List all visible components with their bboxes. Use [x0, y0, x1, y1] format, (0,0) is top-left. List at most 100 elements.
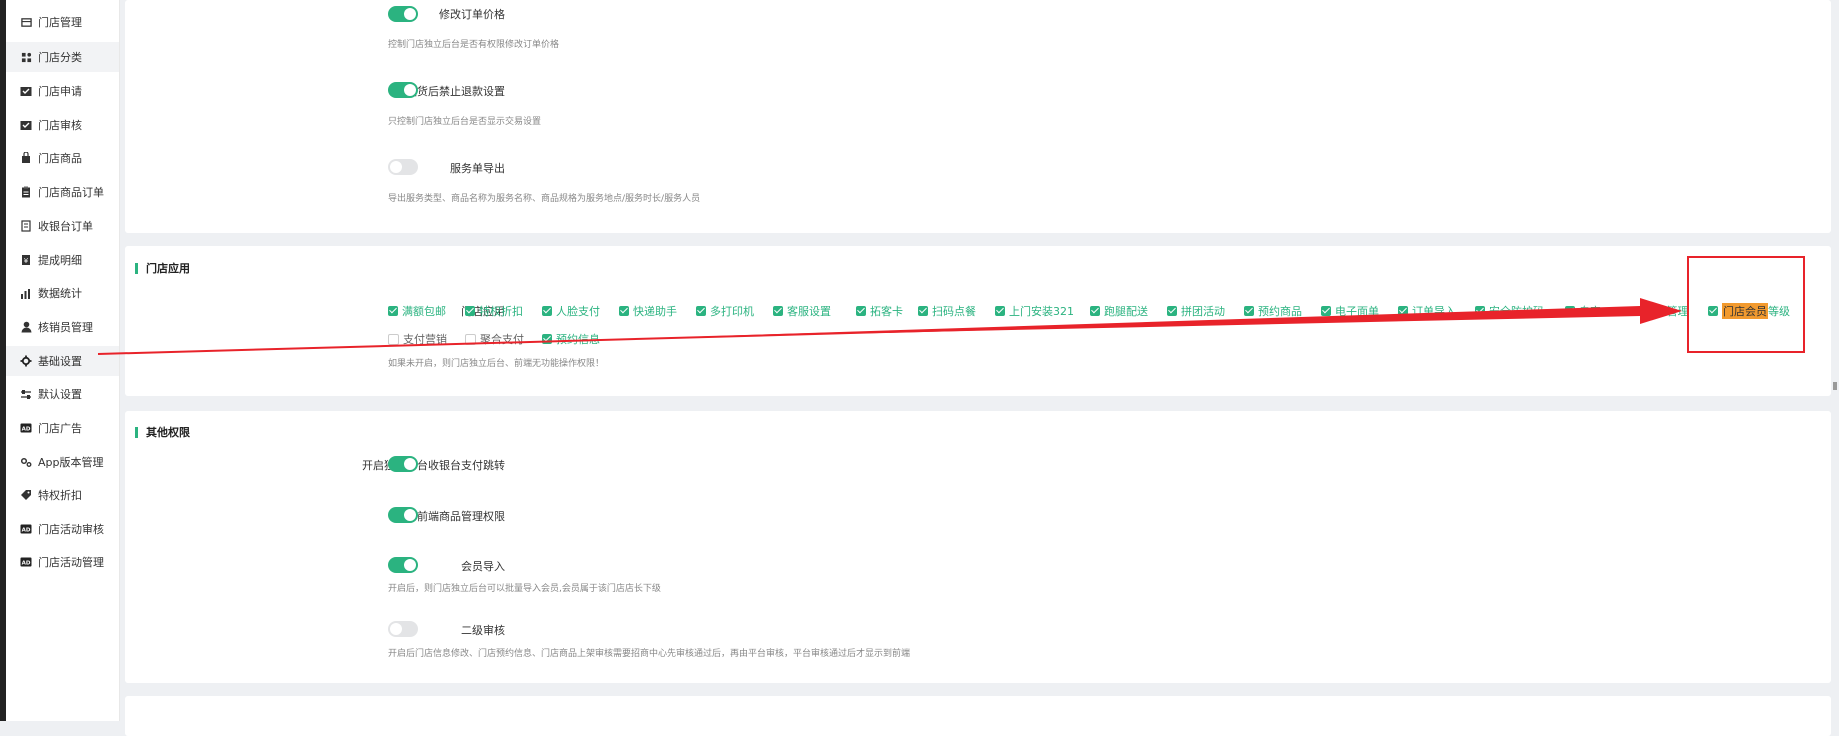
app-option-e-waybill[interactable]: 电子面单 — [1321, 303, 1379, 319]
order-price-switch[interactable] — [388, 6, 418, 22]
app-option-aggregate-pay[interactable]: 聚合支付 — [465, 331, 524, 347]
option-label: 聚合支付 — [480, 333, 524, 346]
sidebar-item-label: 门店商品 — [38, 152, 82, 165]
bar-chart-icon — [19, 286, 33, 300]
other-perms-card: 其他权限 开启独立平台收银台支付跳转 前端商品管理权限 会员导入 开启后，则门店… — [125, 411, 1831, 683]
sidebar-item-label: 基础设置 — [38, 355, 82, 368]
order-price-hint: 控制门店独立后台是否有权限修改订单价格 — [388, 40, 560, 50]
sidebar-item-label: App版本管理 — [38, 456, 104, 469]
service-export-label: 服务单导出 — [450, 162, 505, 175]
app-option-express-assistant[interactable]: 快递助手 — [619, 303, 677, 319]
app-option-booking-goods[interactable]: 预约商品 — [1244, 303, 1302, 319]
sidebar-item-label: 提成明细 — [38, 254, 82, 267]
option-label: 上门安装321 — [1009, 305, 1074, 318]
member-import-hint: 开启后，则门店独立后台可以批量导入会员,会员属于该门店店长下级 — [388, 584, 661, 594]
svg-text:AD: AD — [22, 527, 31, 533]
option-label: 跑腿配送 — [1104, 305, 1148, 318]
sidebar-item-default-settings[interactable]: 默认设置 — [6, 379, 119, 409]
sidebar-item-label: 门店活动管理 — [38, 556, 104, 569]
app-option-errand-delivery[interactable]: 跑腿配送 — [1090, 303, 1148, 319]
other-perms-section-title: 其他权限 — [135, 427, 190, 438]
gear-icon — [19, 354, 33, 368]
option-label: 拼团活动 — [1181, 305, 1225, 318]
svg-text:¥: ¥ — [24, 257, 29, 265]
sidebar-item-store-goods-orders[interactable]: 门店商品订单 — [6, 177, 119, 207]
store-apps-card: 门店应用 门店应用 满额包邮 特权折扣 人脸支付 快递助手 多打印机 客服设置 … — [125, 246, 1831, 396]
option-label: 预约信息 — [556, 333, 600, 346]
service-export-hint: 导出服务类型、商品名称为服务名称、商品规格为服务地点/服务时长/服务人员 — [388, 194, 701, 204]
sidebar-item-store-ads[interactable]: AD 门店广告 — [6, 413, 119, 443]
order-price-label: 修改订单价格 — [439, 8, 505, 21]
sidebar-item-store-review[interactable]: 门店审核 — [6, 110, 119, 140]
sidebar-item-label: 门店活动审核 — [38, 523, 104, 536]
sidebar-item-label: 门店管理 — [38, 16, 82, 29]
bag-icon — [19, 151, 33, 165]
sidebar-item-store-apply[interactable]: 门店申请 — [6, 76, 119, 106]
sidebar-item-activity-manage[interactable]: AD 门店活动管理 — [6, 547, 119, 577]
sidebar-item-store-goods[interactable]: 门店商品 — [6, 143, 119, 173]
sidebar-item-app-version[interactable]: App版本管理 — [6, 447, 119, 477]
store-icon — [19, 15, 33, 29]
sidebar-item-store-category[interactable]: 门店分类 — [6, 42, 119, 72]
no-refund-hint: 只控制门店独立后台是否显示交易设置 — [388, 117, 542, 127]
settings-card-top: 修改订单价格 控制门店独立后台是否有权限修改订单价格 发货后禁止退款设置 只控制… — [125, 0, 1831, 233]
clipboard-icon — [19, 185, 33, 199]
annotation-box — [1687, 256, 1805, 353]
second-review-label: 二级审核 — [461, 624, 505, 637]
sidebar: 门店管理 门店分类 门店申请 门店审核 门店商品 门店商品订单 收银台订单 ¥ … — [6, 0, 120, 721]
sidebar-item-label: 收银台订单 — [38, 220, 93, 233]
sidebar-item-base-settings[interactable]: 基础设置 — [6, 346, 119, 376]
service-export-switch[interactable] — [388, 159, 418, 175]
sidebar-item-commission-detail[interactable]: ¥ 提成明细 — [6, 245, 119, 275]
option-label: 满额包邮 — [402, 305, 446, 318]
app-option-security-code[interactable]: 安全防护码 — [1475, 303, 1544, 319]
ad-icon: AD — [19, 555, 33, 569]
sidebar-item-activity-review[interactable]: AD 门店活动审核 — [6, 514, 119, 544]
option-label: 电子面单 — [1335, 305, 1379, 318]
tag-icon — [19, 488, 33, 502]
user-icon — [19, 320, 33, 334]
app-option-multi-printer[interactable]: 多打印机 — [696, 303, 754, 319]
app-option-home-install[interactable]: 上门安装321 — [995, 303, 1074, 319]
app-option-referral-card[interactable]: 拓客卡 — [856, 303, 903, 319]
app-option-order-import[interactable]: 订单导入 — [1398, 303, 1456, 319]
svg-text:AD: AD — [22, 560, 31, 566]
option-label: 安全防护码 — [1489, 305, 1544, 318]
category-icon — [19, 50, 33, 64]
app-option-custom[interactable]: 自定... — [1565, 303, 1612, 319]
option-label: 多打印机 — [710, 305, 754, 318]
sidebar-item-label: 门店申请 — [38, 85, 82, 98]
member-import-switch[interactable] — [388, 557, 418, 573]
option-label: 自定... — [1579, 305, 1612, 318]
app-option-face-pay[interactable]: 人脸支付 — [542, 303, 600, 319]
ledger-icon: ¥ — [19, 253, 33, 267]
frontend-goods-switch[interactable] — [388, 507, 418, 523]
app-option-pay-marketing[interactable]: 支付营销 — [388, 331, 447, 347]
cashier-jump-switch[interactable] — [388, 456, 418, 472]
settings-card-bottom — [125, 696, 1831, 736]
sidebar-item-privilege-discount[interactable]: 特权折扣 — [6, 480, 119, 510]
sidebar-item-label: 门店审核 — [38, 119, 82, 132]
store-apps-section-title: 门店应用 — [135, 263, 190, 274]
sidebar-item-verifier-manage[interactable]: 核销员管理 — [6, 312, 119, 342]
gears-icon — [19, 455, 33, 469]
app-option-full-free-shipping[interactable]: 满额包邮 — [388, 303, 446, 319]
app-option-privilege-discount[interactable]: 特权折扣 — [465, 303, 523, 319]
no-refund-switch[interactable] — [388, 82, 418, 98]
app-option-customer-service[interactable]: 客服设置 — [773, 303, 831, 319]
inbox-check-icon — [19, 118, 33, 132]
sidebar-item-cashier-orders[interactable]: 收银台订单 — [6, 211, 119, 241]
second-review-switch[interactable] — [388, 621, 418, 637]
sidebar-item-store-manage[interactable]: 门店管理 — [6, 7, 119, 37]
option-label: 预约商品 — [1258, 305, 1302, 318]
app-option-manage[interactable]: ...管理 — [1642, 303, 1689, 319]
app-option-scan-order[interactable]: 扫码点餐 — [918, 303, 976, 319]
sidebar-item-statistics[interactable]: 数据统计 — [6, 278, 119, 308]
frontend-goods-label: 前端商品管理权限 — [417, 510, 505, 523]
option-label: 客服设置 — [787, 305, 831, 318]
option-label: 快递助手 — [633, 305, 677, 318]
app-option-group-buy[interactable]: 拼团活动 — [1167, 303, 1225, 319]
app-option-booking-info[interactable]: 预约信息 — [542, 331, 600, 347]
ad-icon: AD — [19, 421, 33, 435]
sidebar-item-label: 门店分类 — [38, 51, 82, 64]
